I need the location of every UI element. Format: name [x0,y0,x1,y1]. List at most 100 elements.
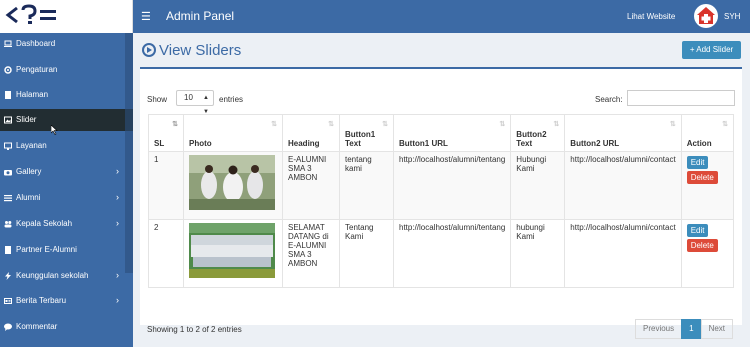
show-label: Show [147,95,168,104]
entries-label: entries [219,95,244,104]
slider-photo [189,223,275,278]
button1-url-cell: http://localhost/alumni/tentang [392,219,512,288]
slider-table: SL ⇅ Photo ⇅ Heading ⇅ Button1 Text ⇅ Button… [148,114,735,288]
column-header-heading[interactable]: Heading ⇅ [282,114,340,152]
sidebar-item-label: Dashboard [16,39,56,48]
sidebar-item-slider[interactable]: Slider [0,109,133,135]
table-info: Showing 1 to 2 of 2 entries [147,325,242,334]
logo-mark [5,4,56,24]
delete-button[interactable]: Delete [686,239,718,252]
sidebar-item-label: Gallery [16,167,42,176]
sort-icon: ⇅ [271,121,277,128]
logo[interactable] [0,0,133,33]
delete-button[interactable]: Delete [686,171,718,184]
column-header-sl[interactable]: SL ⇅ [148,114,184,152]
sidebar: Dashboard Pengaturan Halaman Slider Laya… [0,33,133,347]
slider-photo [189,155,275,210]
sidebar-item-label: Slider [16,115,37,124]
sort-icon: ⇅ [722,121,728,128]
column-header-button2-text[interactable]: Button2 Text ⇅ [510,114,566,152]
search-input[interactable] [627,90,735,106]
newspaper-icon [4,298,12,304]
sort-icon: ⇅ [328,121,334,128]
sidebar-item-label: Berita Terbaru [16,296,67,305]
chevron-right-icon: › [116,270,119,280]
sidebar-item-alumni[interactable]: Alumni › [0,187,133,209]
column-header-action[interactable]: Action ⇅ [680,114,735,152]
sidebar-item-label: Kommentar [16,322,58,331]
edit-button[interactable]: Edit [686,224,709,237]
edit-button[interactable]: Edit [686,156,709,169]
laptop-icon [4,40,12,47]
photo-cell [183,219,283,288]
page-title-text: View Sliders [159,42,242,59]
chevron-right-icon: › [116,218,119,228]
previous-page-button[interactable]: Previous [635,319,683,339]
sort-icon: ⇅ [669,121,676,128]
sidebar-item-gallery[interactable]: Gallery › [0,161,133,183]
table-row: 1 E-ALUMNI SMA 3 AMBON tentang kami http… [148,151,735,220]
chevron-right-icon: › [116,166,119,176]
sidebar-item-layanan[interactable]: Layanan [0,135,133,157]
sidebar-item-label: Keunggulan sekolah [16,271,89,280]
sidebar-item-label: Halaman [16,90,49,99]
sidebar-item-label: Kepala Sekolah [16,219,73,228]
next-page-button[interactable]: Next [700,319,734,339]
sidebar-item-pengaturan[interactable]: Pengaturan [0,59,133,81]
avatar[interactable] [694,4,718,28]
user-name[interactable]: SYH [724,12,740,21]
button2-text-cell: Hubungi Kami [510,151,566,220]
pagination: Previous 1 Next [635,319,734,339]
sidebar-item-label: Alumni [16,193,41,202]
sidebar-item-label: Pengaturan [16,65,58,74]
arrow-circle-right-icon [142,43,156,57]
action-cell: Edit Delete [680,219,735,288]
button2-url-cell: http://localhost/alumni/contact [564,151,682,220]
action-cell: Edit Delete [680,151,735,220]
sidebar-scrollbar[interactable] [125,33,133,273]
sl-cell: 1 [148,151,184,220]
page-1-button[interactable]: 1 [681,319,702,339]
comment-icon [4,323,12,331]
file-icon [5,91,11,99]
page-size-select[interactable]: 10 ▲ ▼ [176,90,214,115]
app-title: Admin Panel [166,9,235,23]
sort-icon: ⇅ [499,121,506,128]
gear-icon [4,66,12,74]
sort-icon: ⇅ [553,121,560,128]
sidebar-item-berita[interactable]: Berita Terbaru › [0,290,133,312]
column-header-button1-text[interactable]: Button1 Text ⇅ [339,114,394,152]
users-icon [4,221,12,228]
sort-icon: ⇅ [172,121,178,128]
sidebar-item-kepala-sekolah[interactable]: Kepala Sekolah › [0,213,133,235]
sidebar-item-label: Layanan [16,141,47,150]
main-content: View Sliders + Add Slider Show 10 ▲ ▼ ent… [133,33,750,347]
hamburger-icon[interactable]: ☰ [141,10,151,23]
button1-text-cell: tentang kami [339,151,394,220]
photo-cell [183,151,283,220]
bolt-icon [5,272,11,280]
button1-url-cell: http://localhost/alumni/tentang [392,151,512,220]
sort-icon: ⇅ [382,121,388,128]
column-header-button1-url[interactable]: Button1 URL ⇅ [392,114,512,152]
column-header-photo[interactable]: Photo ⇅ [183,114,283,152]
slider-table-box: Show 10 ▲ ▼ entries Search: SL ⇅ Photo ⇅ He… [140,67,742,339]
column-header-button2-url[interactable]: Button2 URL ⇅ [564,114,682,152]
sidebar-item-dashboard[interactable]: Dashboard [0,33,133,55]
sidebar-item-partner[interactable]: Partner E-Alumni [0,239,133,261]
list-icon [4,195,12,202]
sidebar-item-keunggulan[interactable]: Keunggulan sekolah › [0,265,133,287]
sidebar-item-halaman[interactable]: Halaman [0,84,133,106]
view-website-link[interactable]: Lihat Website [627,12,675,21]
sidebar-item-kommentar[interactable]: Kommentar [0,316,133,338]
button1-text-cell: Tentang Kami [339,219,394,288]
add-slider-button[interactable]: + Add Slider [682,41,741,59]
sl-cell: 2 [148,219,184,288]
chevron-right-icon: › [116,192,119,202]
chevron-right-icon: › [116,295,119,305]
image-icon [4,116,12,124]
table-row: 2 SELAMAT DATANG di E-ALUMNI SMA 3 AMBON… [148,219,735,288]
file-icon [5,246,11,254]
button2-text-cell: hubungi Kami [510,219,566,288]
camera-icon [4,170,12,176]
